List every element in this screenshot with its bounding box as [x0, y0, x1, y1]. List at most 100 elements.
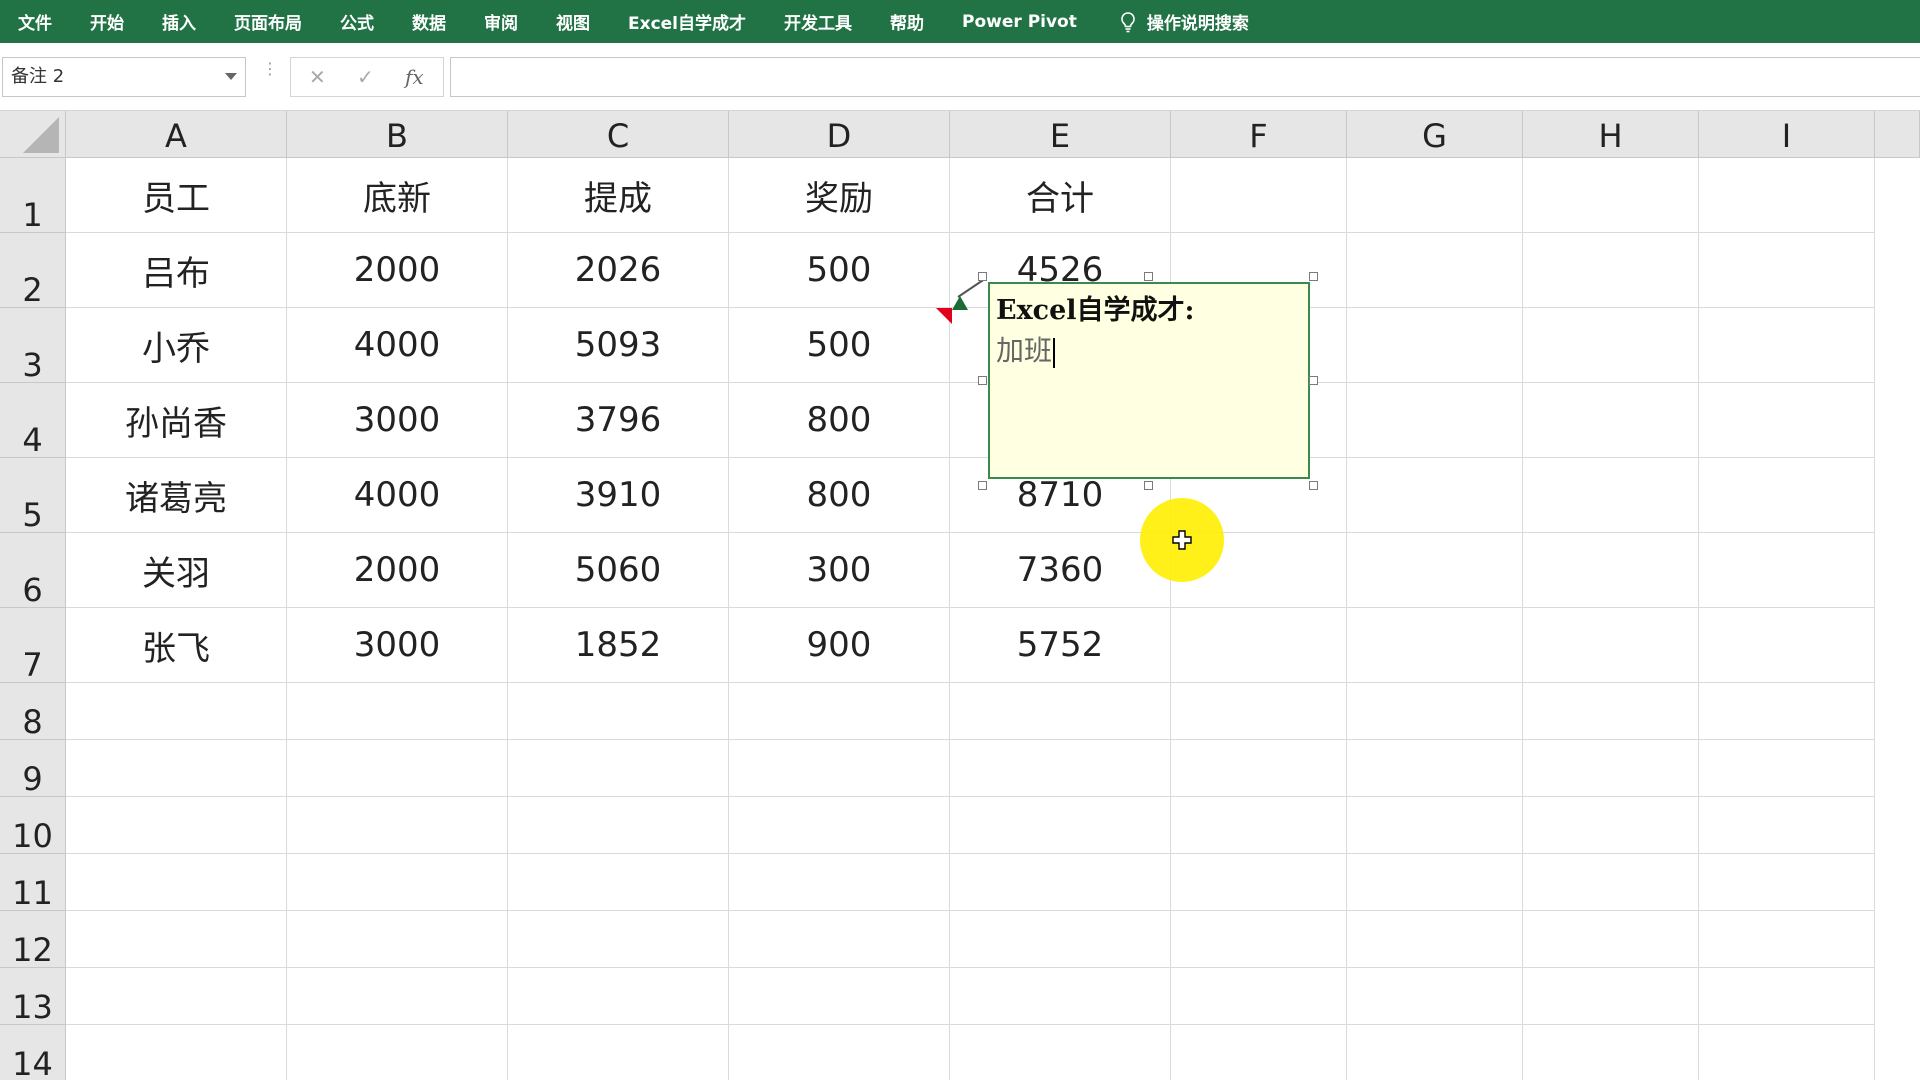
cell-A2[interactable]: 吕布 [66, 233, 287, 308]
cell-I10[interactable] [1699, 797, 1875, 854]
cell-B12[interactable] [287, 911, 508, 968]
cell-G2[interactable] [1347, 233, 1523, 308]
cell-G3[interactable] [1347, 308, 1523, 383]
cell-A4[interactable]: 孙尚香 [66, 383, 287, 458]
ribbon-tab-2[interactable]: 插入 [162, 9, 196, 34]
resize-handle-e[interactable] [1309, 376, 1318, 385]
column-header-A[interactable]: A [66, 111, 287, 158]
cell-H2[interactable] [1523, 233, 1699, 308]
cell-B9[interactable] [287, 740, 508, 797]
cell-G13[interactable] [1347, 968, 1523, 1025]
ribbon-tab-11[interactable]: Power Pivot [962, 12, 1077, 32]
cell-C10[interactable] [508, 797, 729, 854]
cell-G4[interactable] [1347, 383, 1523, 458]
cell-D9[interactable] [729, 740, 950, 797]
cell-I7[interactable] [1699, 608, 1875, 683]
cell-H8[interactable] [1523, 683, 1699, 740]
cell-C3[interactable]: 5093 [508, 308, 729, 383]
resize-handle-sw[interactable] [978, 481, 987, 490]
cell-E7[interactable]: 5752 [950, 608, 1171, 683]
row-header-14[interactable]: 14 [0, 1025, 66, 1080]
cell-C9[interactable] [508, 740, 729, 797]
cell-C4[interactable]: 3796 [508, 383, 729, 458]
ribbon-tab-0[interactable]: 文件 [18, 9, 52, 34]
cell-I14[interactable] [1699, 1025, 1875, 1080]
cell-B14[interactable] [287, 1025, 508, 1080]
row-header-9[interactable]: 9 [0, 740, 66, 798]
cell-I12[interactable] [1699, 911, 1875, 968]
cell-A14[interactable] [66, 1025, 287, 1080]
cancel-icon[interactable]: ✕ [309, 65, 326, 89]
cell-A6[interactable]: 关羽 [66, 533, 287, 608]
cell-A9[interactable] [66, 740, 287, 797]
row-header-12[interactable]: 12 [0, 911, 66, 969]
resize-handle-nw[interactable] [978, 272, 987, 281]
enter-icon[interactable]: ✓ [357, 65, 374, 89]
cell-C14[interactable] [508, 1025, 729, 1080]
cell-D3[interactable]: 500 [729, 308, 950, 383]
cell-B2[interactable]: 2000 [287, 233, 508, 308]
cell-A5[interactable]: 诸葛亮 [66, 458, 287, 533]
more-vertical-icon[interactable]: ⋮ [262, 61, 278, 77]
cell-D8[interactable] [729, 683, 950, 740]
cell-F8[interactable] [1171, 683, 1347, 740]
cell-H10[interactable] [1523, 797, 1699, 854]
ribbon-tab-4[interactable]: 公式 [340, 9, 374, 34]
cell-I8[interactable] [1699, 683, 1875, 740]
resize-handle-n[interactable] [1144, 272, 1153, 281]
comment-text[interactable]: 加班 [996, 334, 1052, 367]
row-header-10[interactable]: 10 [0, 797, 66, 855]
cell-G9[interactable] [1347, 740, 1523, 797]
cell-G12[interactable] [1347, 911, 1523, 968]
resize-handle-s[interactable] [1144, 481, 1153, 490]
row-header-2[interactable]: 2 [0, 233, 66, 309]
cell-B5[interactable]: 4000 [287, 458, 508, 533]
cell-A12[interactable] [66, 911, 287, 968]
cell-H3[interactable] [1523, 308, 1699, 383]
cell-A7[interactable]: 张飞 [66, 608, 287, 683]
cell-H5[interactable] [1523, 458, 1699, 533]
cell-D11[interactable] [729, 854, 950, 911]
name-box[interactable]: 备注 2 [2, 57, 246, 97]
row-header-8[interactable]: 8 [0, 683, 66, 741]
cell-H14[interactable] [1523, 1025, 1699, 1080]
cell-E1[interactable]: 合计 [950, 158, 1171, 233]
cell-F10[interactable] [1171, 797, 1347, 854]
column-header-G[interactable]: G [1347, 111, 1523, 158]
cell-C5[interactable]: 3910 [508, 458, 729, 533]
cell-I2[interactable] [1699, 233, 1875, 308]
cell-I11[interactable] [1699, 854, 1875, 911]
cell-F11[interactable] [1171, 854, 1347, 911]
cell-F7[interactable] [1171, 608, 1347, 683]
column-header-I[interactable]: I [1699, 111, 1875, 158]
cell-I1[interactable] [1699, 158, 1875, 233]
cell-E8[interactable] [950, 683, 1171, 740]
cell-F9[interactable] [1171, 740, 1347, 797]
ribbon-tab-6[interactable]: 审阅 [484, 9, 518, 34]
cell-B1[interactable]: 底新 [287, 158, 508, 233]
row-header-11[interactable]: 11 [0, 854, 66, 912]
row-header-13[interactable]: 13 [0, 968, 66, 1026]
cell-E6[interactable]: 7360 [950, 533, 1171, 608]
cell-D12[interactable] [729, 911, 950, 968]
cell-C6[interactable]: 5060 [508, 533, 729, 608]
insert-function-icon[interactable]: fx [405, 65, 424, 89]
cell-C1[interactable]: 提成 [508, 158, 729, 233]
cell-G14[interactable] [1347, 1025, 1523, 1080]
cell-A10[interactable] [66, 797, 287, 854]
cell-A3[interactable]: 小乔 [66, 308, 287, 383]
ribbon-tab-9[interactable]: 开发工具 [784, 9, 852, 34]
cell-C7[interactable]: 1852 [508, 608, 729, 683]
cell-D6[interactable]: 300 [729, 533, 950, 608]
cell-H7[interactable] [1523, 608, 1699, 683]
cell-B3[interactable]: 4000 [287, 308, 508, 383]
row-header-6[interactable]: 6 [0, 533, 66, 609]
cell-B4[interactable]: 3000 [287, 383, 508, 458]
ribbon-tab-8[interactable]: Excel自学成才 [628, 9, 746, 34]
chevron-down-icon[interactable] [225, 73, 237, 80]
cell-D13[interactable] [729, 968, 950, 1025]
column-header-F[interactable]: F [1171, 111, 1347, 158]
cell-A11[interactable] [66, 854, 287, 911]
cell-H6[interactable] [1523, 533, 1699, 608]
cell-H1[interactable] [1523, 158, 1699, 233]
